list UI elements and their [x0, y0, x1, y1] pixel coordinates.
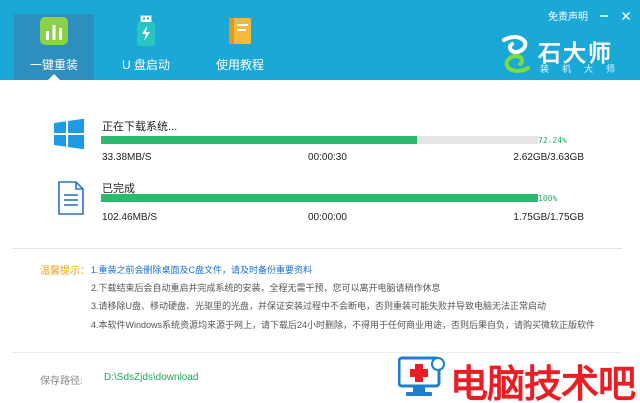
save-path-label: 保存路径: — [40, 376, 83, 387]
windows-icon — [52, 117, 92, 157]
book-icon — [223, 14, 257, 48]
progress-fill — [101, 136, 417, 144]
tab-usb-boot[interactable]: U 盘启动 — [106, 14, 186, 80]
elapsed-time: 00:00:30 — [308, 152, 347, 163]
tips-label: 温馨提示： — [40, 266, 90, 277]
tab-label: 一键重装 — [29, 58, 78, 72]
disclaimer-link[interactable]: 免责声明 — [548, 8, 588, 23]
download-item-completed: 已完成 100% 102.46MB/S 00:00:00 1.75GB/1.75… — [0, 172, 640, 232]
divider — [12, 248, 622, 249]
close-icon[interactable] — [620, 10, 632, 22]
bar-chart-icon — [37, 14, 71, 48]
progress-percent: 100% — [538, 194, 558, 203]
download-size: 1.75GB/1.75GB — [513, 212, 584, 223]
tip-item: 3.请移除U盘、移动硬盘、光驱里的光盘，并保证安装过程中不会断电，否则重装可能失… — [91, 301, 547, 311]
download-speed: 33.38MB/S — [102, 152, 152, 163]
tip-item: 1.重装之前会删除桌面及C盘文件，请及时备份重要资料 — [91, 265, 313, 275]
tip-item: 2.下载结束后会自动重启并完成系统的安装，全程无需干预，您可以离开电脑请稍作休息 — [91, 283, 441, 293]
brand-subtitle: 装机大师 — [540, 64, 629, 74]
save-path-value[interactable]: D:\SdsZjds\download — [104, 372, 199, 383]
minimize-icon[interactable] — [598, 10, 610, 22]
download-item-system: 正在下载系统... 72.24% 33.38MB/S 00:00:30 2.62… — [0, 110, 640, 170]
usb-drive-icon — [129, 14, 163, 48]
progress-fill — [101, 194, 538, 202]
tab-tutorial[interactable]: 使用教程 — [200, 14, 280, 80]
brand-mark-icon — [502, 35, 530, 73]
header-links: 免责声明 — [548, 8, 632, 23]
header-bar: 免责声明 一键重装 U 盘启动 使用教程 石大师 装机大师 — [0, 0, 640, 80]
progress-percent: 72.24% — [538, 136, 567, 145]
watermark-text: 电脑技术吧 — [450, 364, 636, 403]
download-speed: 102.46MB/S — [102, 212, 158, 223]
brand-logo: 石大师 装机大师 — [498, 34, 638, 74]
progress-bar — [101, 136, 538, 144]
download-size: 2.62GB/3.63GB — [513, 152, 584, 163]
elapsed-time: 00:00:00 — [308, 212, 347, 223]
tab-one-click-reinstall[interactable]: 一键重装 — [14, 14, 94, 80]
watermark: 电脑技术吧 — [398, 348, 640, 403]
download-title: 正在下载系统... — [102, 121, 178, 133]
monitor-plus-icon — [398, 356, 445, 396]
document-icon — [56, 181, 96, 221]
tip-item: 4.本软件Windows系统资源均来源于网上，请下载后24小时删除，不得用于任何… — [91, 320, 596, 330]
progress-bar — [101, 194, 538, 202]
tab-label: U 盘启动 — [121, 58, 170, 72]
tab-label: 使用教程 — [215, 58, 264, 72]
